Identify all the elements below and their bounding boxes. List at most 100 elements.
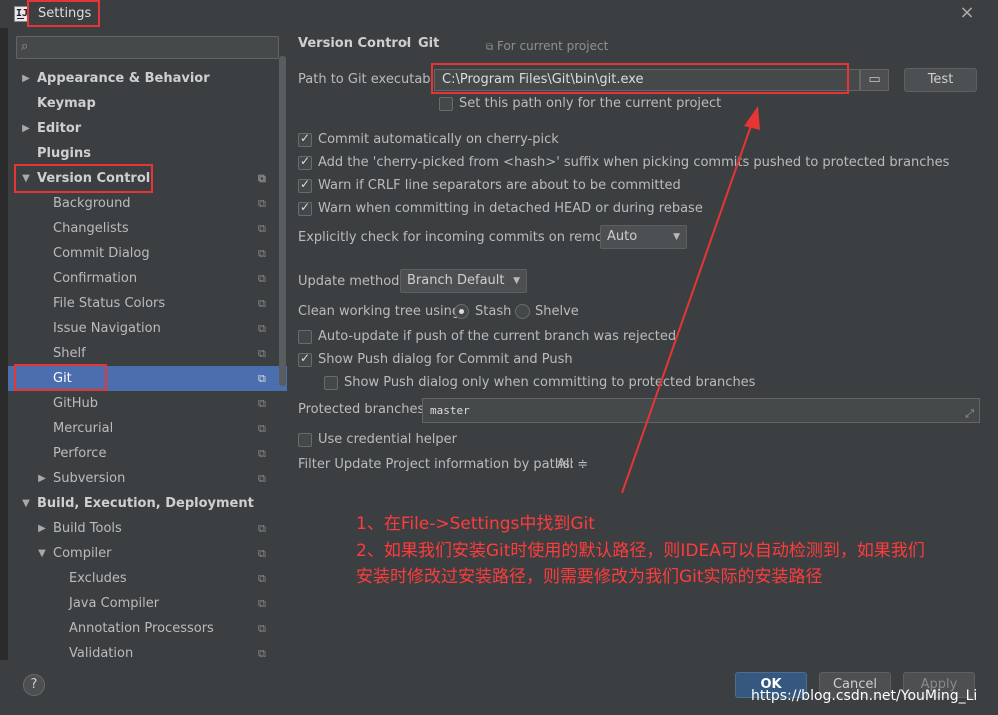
search-icon: ⌕ [21, 39, 29, 54]
project-settings-icon: ⧉ [258, 372, 266, 385]
incoming-commits-value: Auto [607, 229, 638, 244]
chevron-down-icon[interactable]: ▼ [20, 491, 32, 516]
sidebar-item-label: Excludes [69, 571, 127, 586]
sidebar-item-build-tools[interactable]: ▶ Build Tools ⧉ [8, 516, 287, 541]
shelve-label: Shelve [535, 304, 579, 319]
sidebar-item-subversion[interactable]: ▶ Subversion ⧉ [8, 466, 287, 491]
for-current-project-label: For current project [496, 39, 609, 53]
auto-update-checkbox[interactable] [298, 330, 312, 344]
sidebar-item-confirmation[interactable]: Confirmation ⧉ [8, 266, 287, 291]
warn-crlf-checkbox[interactable] [298, 177, 312, 193]
sidebar-item-label: Shelf [53, 346, 86, 361]
dialog-footer: ? OK Cancel Apply https://blog.csdn.net/… [0, 660, 998, 715]
sidebar-item-label: File Status Colors [53, 296, 166, 311]
sidebar-item-changelists[interactable]: Changelists ⧉ [8, 216, 287, 241]
breadcrumb-version-control[interactable]: Version Control [298, 36, 411, 51]
sidebar-item-label: Java Compiler [69, 596, 160, 611]
chevron-right-icon[interactable]: ▶ [36, 466, 48, 491]
sidebar-item-label: Background [53, 196, 131, 211]
sidebar-item-build-execution-deployment[interactable]: ▼ Build, Execution, Deployment [8, 491, 287, 516]
sidebar-item-git[interactable]: Git ⧉ [8, 366, 287, 391]
close-icon[interactable]: × [958, 4, 976, 22]
protected-branches-input[interactable]: master ⤢ [422, 398, 980, 423]
sidebar-item-file-status-colors[interactable]: File Status Colors ⧉ [8, 291, 287, 316]
sidebar-item-label: Compiler [53, 546, 112, 561]
warn-crlf-label: Warn if CRLF line separators are about t… [318, 178, 681, 193]
sidebar-item-label: Plugins [37, 146, 91, 161]
title-bar: IJ Settings × [0, 0, 998, 28]
chevron-right-icon[interactable]: ▶ [36, 516, 48, 541]
sidebar-item-github[interactable]: GitHub ⧉ [8, 391, 287, 416]
help-icon[interactable]: ? [23, 674, 45, 696]
sidebar-item-keymap[interactable]: Keymap [8, 91, 287, 116]
for-current-project-note: ⧉ For current project [486, 39, 608, 53]
chevron-down-icon: ▼ [513, 276, 520, 286]
path-to-git-label: Path to Git executable: [298, 72, 447, 87]
sidebar-item-background[interactable]: Background ⧉ [8, 191, 287, 216]
watermark-url: https://blog.csdn.net/YouMing_Li [751, 688, 978, 704]
sidebar-item-label: Git [53, 371, 72, 386]
stash-radio[interactable] [454, 304, 469, 319]
sidebar-scrollbar[interactable] [279, 56, 286, 386]
update-method-select[interactable]: Branch Default ▼ [400, 269, 527, 293]
show-push-protected-label: Show Push dialog only when committing to… [344, 375, 756, 390]
sidebar-item-version-control[interactable]: ▼ Version Control ⧉ [8, 166, 287, 191]
chevron-down-icon[interactable]: ▼ [20, 166, 32, 191]
commit-cherry-pick-checkbox[interactable] [298, 131, 312, 147]
breadcrumb-separator: › [404, 36, 410, 51]
sidebar-item-label: Editor [37, 121, 82, 136]
sidebar-item-annotation-processors[interactable]: Annotation Processors ⧉ [8, 616, 287, 641]
annotation-line-3: 安装时修改过安装路径，则需要修改为我们Git实际的安装路径 [356, 567, 823, 587]
cherry-picked-suffix-label: Add the 'cherry-picked from <hash>' suff… [318, 155, 950, 170]
project-settings-icon: ⧉ [258, 397, 266, 410]
chevron-down-icon: ▼ [673, 232, 680, 242]
sidebar-item-compiler[interactable]: ▼ Compiler ⧉ [8, 541, 287, 566]
project-settings-icon: ⧉ [258, 172, 266, 185]
sidebar-item-validation[interactable]: Validation ⧉ [8, 641, 287, 660]
sidebar-item-issue-navigation[interactable]: Issue Navigation ⧉ [8, 316, 287, 341]
folder-icon[interactable]: ▭ [860, 69, 889, 91]
annotation-line-2: 2、如果我们安装Git时使用的默认路径，则IDEA可以自动检测到，如果我们 [356, 541, 925, 561]
set-path-only-checkbox[interactable] [439, 97, 453, 111]
sidebar-item-java-compiler[interactable]: Java Compiler ⧉ [8, 591, 287, 616]
show-push-dialog-checkbox[interactable] [298, 351, 312, 367]
annotation-line-1: 1、在File->Settings中找到Git [356, 514, 595, 534]
show-push-protected-checkbox[interactable] [324, 376, 338, 390]
settings-search-input[interactable]: ⌕ [16, 36, 279, 59]
project-settings-icon: ⧉ [258, 222, 266, 235]
project-settings-icon: ⧉ [258, 347, 266, 360]
incoming-commits-select[interactable]: Auto ▼ [600, 225, 687, 249]
test-button[interactable]: Test [904, 68, 977, 92]
shelve-radio[interactable] [515, 304, 530, 319]
filter-paths-select[interactable]: All ≑ [557, 457, 588, 472]
cherry-picked-suffix-checkbox[interactable] [298, 154, 312, 170]
sidebar-item-shelf[interactable]: Shelf ⧉ [8, 341, 287, 366]
credential-helper-checkbox[interactable] [298, 433, 312, 447]
sidebar-item-appearance-behavior[interactable]: ▶ Appearance & Behavior [8, 66, 287, 91]
clean-working-tree-label: Clean working tree using: [298, 304, 465, 319]
git-executable-path-input[interactable]: C:\Program Files\Git\bin\git.exe [434, 69, 860, 91]
warn-detached-head-checkbox[interactable] [298, 200, 312, 216]
sidebar-item-label: Confirmation [53, 271, 138, 286]
sidebar-item-excludes[interactable]: Excludes ⧉ [8, 566, 287, 591]
sidebar-item-label: Mercurial [53, 421, 114, 436]
project-settings-icon: ⧉ [486, 42, 494, 53]
sidebar-item-label: Build, Execution, Deployment [37, 496, 254, 511]
sidebar-item-mercurial[interactable]: Mercurial ⧉ [8, 416, 287, 441]
chevron-right-icon[interactable]: ▶ [20, 116, 32, 141]
chevron-down-icon[interactable]: ▼ [36, 541, 48, 566]
project-settings-icon: ⧉ [258, 522, 266, 535]
sidebar-item-label: Build Tools [53, 521, 122, 536]
chevron-right-icon[interactable]: ▶ [20, 66, 32, 91]
project-settings-icon: ⧉ [258, 547, 266, 560]
expand-icon[interactable]: ⤢ [965, 402, 974, 422]
sidebar-item-perforce[interactable]: Perforce ⧉ [8, 441, 287, 466]
sidebar-item-commit-dialog[interactable]: Commit Dialog ⧉ [8, 241, 287, 266]
sidebar-item-label: Changelists [53, 221, 129, 236]
sidebar-item-editor[interactable]: ▶ Editor [8, 116, 287, 141]
sidebar-item-label: Keymap [37, 96, 96, 111]
filter-update-label: Filter Update Project information by pat… [298, 457, 575, 472]
sidebar-item-label: Issue Navigation [53, 321, 161, 336]
sidebar-item-label: Version Control [37, 171, 151, 186]
sidebar-item-plugins[interactable]: Plugins [8, 141, 287, 166]
